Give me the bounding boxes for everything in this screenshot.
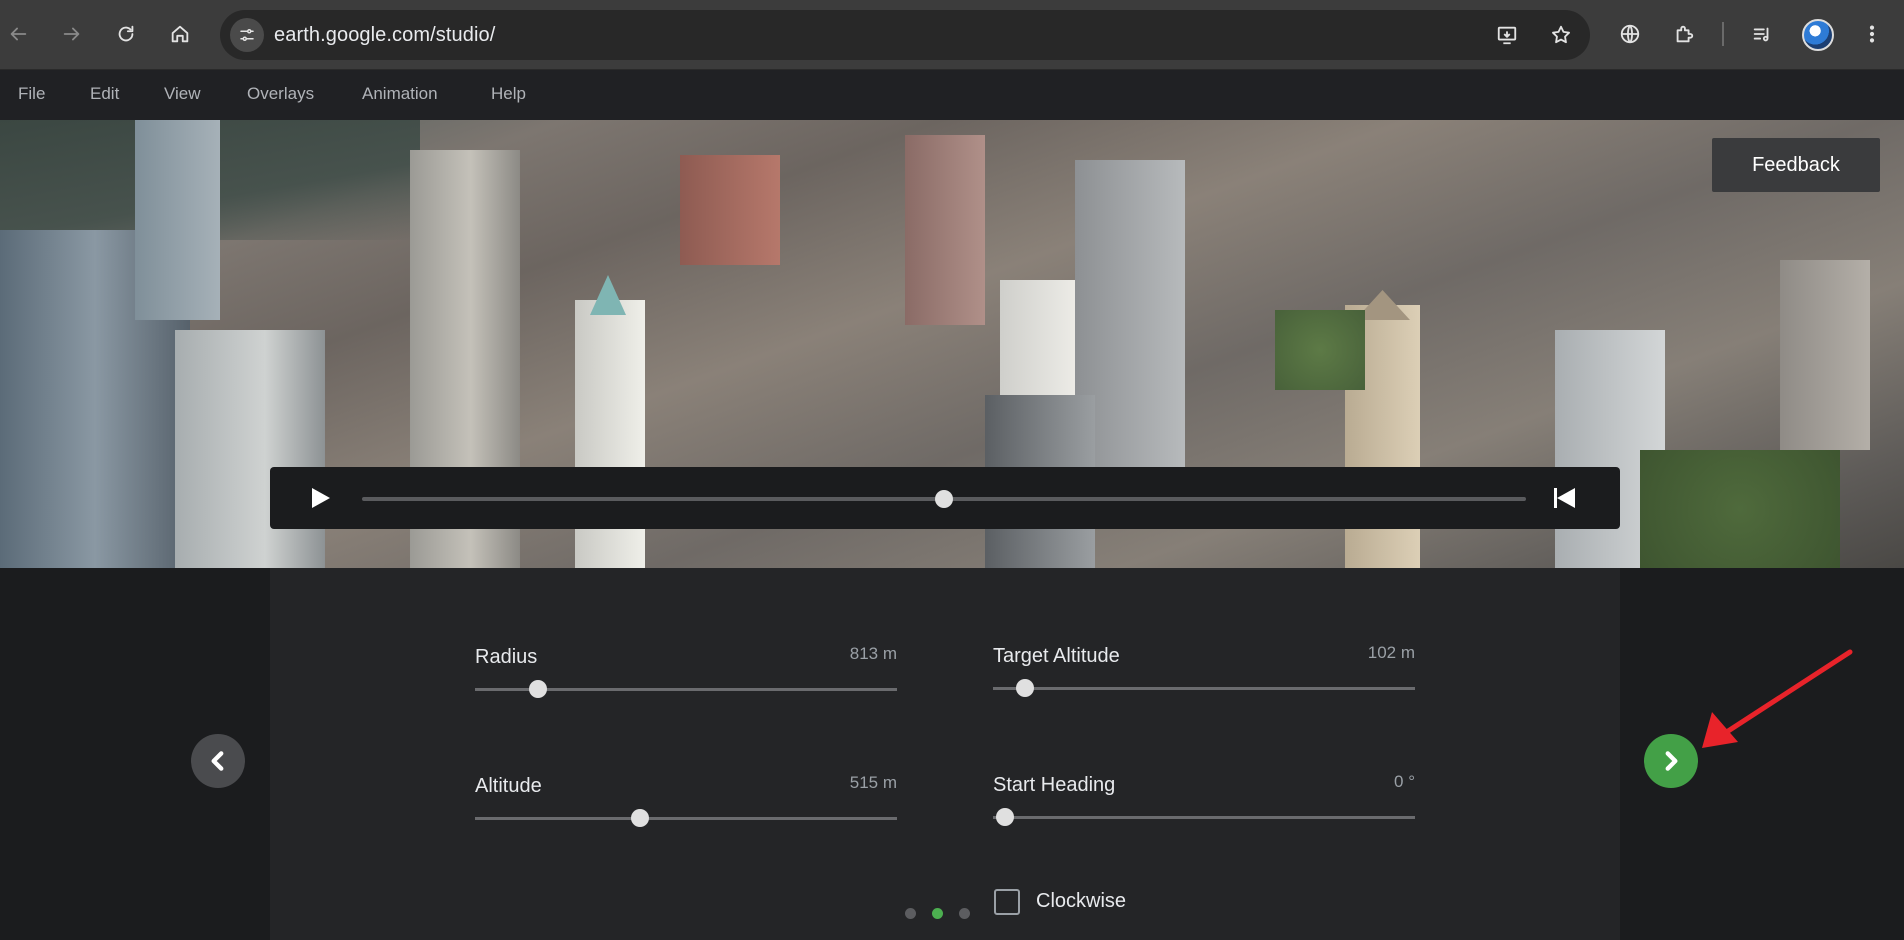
browser-toolbar: earth.google.com/studio/ xyxy=(0,0,1904,70)
previous-button[interactable] xyxy=(191,734,245,788)
globe-icon[interactable] xyxy=(1612,16,1648,52)
star-icon[interactable] xyxy=(1546,20,1576,50)
feedback-button[interactable]: Feedback xyxy=(1712,138,1880,192)
tune-icon[interactable] xyxy=(230,18,264,52)
radius-setting: Radius 813 m xyxy=(475,644,897,706)
menu-help[interactable]: Help xyxy=(491,84,526,104)
clockwise-checkbox[interactable] xyxy=(994,889,1020,915)
menu-animation[interactable]: Animation xyxy=(362,84,438,104)
altitude-value: 515 m xyxy=(849,773,897,792)
target-altitude-slider-track[interactable] xyxy=(993,687,1415,690)
install-app-icon[interactable] xyxy=(1492,20,1522,50)
clockwise-label[interactable]: Clockwise xyxy=(1036,890,1126,913)
toolbar-divider xyxy=(1722,22,1724,46)
park-trees xyxy=(1640,450,1840,568)
menu-file[interactable]: File xyxy=(18,84,45,104)
start-heading-setting: Start Heading 0 ° xyxy=(993,772,1415,834)
menu-view[interactable]: View xyxy=(164,84,201,104)
puzzle-icon[interactable] xyxy=(1666,16,1702,52)
timeline-scrubber[interactable] xyxy=(935,490,953,508)
altitude-setting: Altitude 515 m xyxy=(475,773,897,835)
skyscraper xyxy=(175,330,325,568)
forward-arrow-icon[interactable] xyxy=(54,16,90,52)
start-heading-slider-track[interactable] xyxy=(993,816,1415,819)
radius-value: 813 m xyxy=(849,644,897,663)
brick-building xyxy=(680,155,780,265)
menu-edit[interactable]: Edit xyxy=(90,84,119,104)
home-icon[interactable] xyxy=(162,16,198,52)
altitude-slider-thumb[interactable] xyxy=(630,809,649,827)
orbit-settings-panel xyxy=(270,568,1620,940)
address-bar[interactable]: earth.google.com/studio/ xyxy=(220,10,1590,60)
playback-bar xyxy=(270,467,1620,529)
building xyxy=(1780,260,1870,450)
park-trees xyxy=(1275,310,1365,390)
play-icon[interactable] xyxy=(312,488,330,508)
page-dot-1[interactable] xyxy=(905,908,916,919)
chevron-right-icon xyxy=(1665,751,1678,771)
start-heading-value: 0 ° xyxy=(1394,772,1415,791)
target-altitude-label: Target Altitude xyxy=(993,645,1120,667)
menu-overlays[interactable]: Overlays xyxy=(247,84,314,104)
skip-to-start-icon[interactable] xyxy=(1554,488,1576,508)
profile-avatar[interactable] xyxy=(1802,19,1834,51)
page-dot-3[interactable] xyxy=(959,908,970,919)
url-text[interactable]: earth.google.com/studio/ xyxy=(274,24,495,47)
app-menubar: File Edit View Overlays Animation Help xyxy=(0,70,1904,120)
target-altitude-setting: Target Altitude 102 m xyxy=(993,643,1415,705)
kebab-menu-icon[interactable] xyxy=(1854,16,1890,52)
next-button[interactable] xyxy=(1644,734,1698,788)
reload-icon[interactable] xyxy=(108,16,144,52)
altitude-slider-track[interactable] xyxy=(475,817,897,820)
media-queue-icon[interactable] xyxy=(1744,16,1780,52)
bottom-area xyxy=(0,568,1904,940)
skyscraper xyxy=(135,120,220,320)
target-altitude-slider-thumb[interactable] xyxy=(1016,679,1035,697)
back-arrow-icon[interactable] xyxy=(0,16,36,52)
altitude-label: Altitude xyxy=(475,775,542,797)
tower-spire xyxy=(590,275,626,315)
page-dot-2[interactable] xyxy=(932,908,943,919)
radius-slider-thumb[interactable] xyxy=(529,680,548,698)
start-heading-label: Start Heading xyxy=(993,774,1116,796)
skyscraper xyxy=(905,135,985,325)
radius-label: Radius xyxy=(475,646,538,668)
chevron-left-icon xyxy=(211,751,224,771)
target-altitude-value: 102 m xyxy=(1367,643,1415,662)
start-heading-slider-thumb[interactable] xyxy=(995,808,1014,826)
